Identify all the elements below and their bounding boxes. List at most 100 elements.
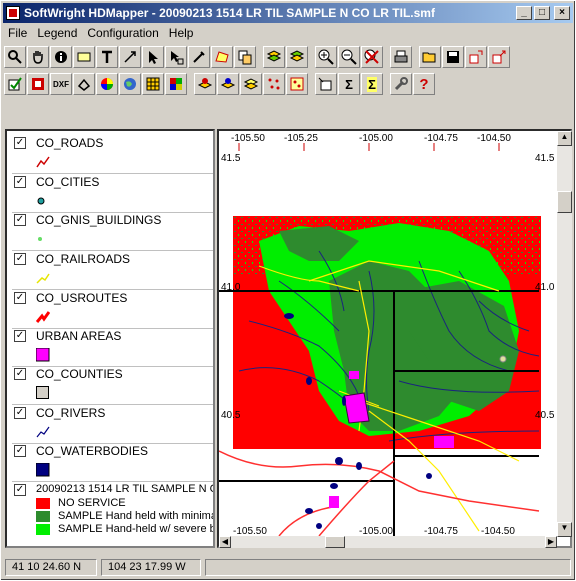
menu-legend[interactable]: Legend — [32, 26, 82, 40]
lat-label: 41.5 — [535, 153, 555, 164]
urban-fill-icon — [36, 348, 50, 362]
layer-name: CO_USROUTES — [36, 291, 128, 305]
info-icon — [55, 51, 67, 63]
layer-checkbox[interactable]: ✓ — [14, 137, 26, 149]
layers-red-button[interactable] — [194, 73, 216, 95]
record-button[interactable] — [27, 73, 49, 95]
layer-checkbox[interactable]: ✓ — [14, 484, 26, 496]
layers2-button[interactable] — [286, 46, 308, 68]
sigma-plus-button[interactable]: Σ — [361, 73, 383, 95]
urban-area — [329, 496, 339, 508]
railroad-line-icon — [36, 273, 50, 284]
layer-checkbox[interactable]: ✓ — [14, 214, 26, 226]
points-red-button[interactable] — [263, 73, 285, 95]
minimize-button[interactable]: _ — [516, 6, 532, 20]
select-tool-button[interactable] — [165, 46, 187, 68]
polygon-icon — [215, 51, 229, 63]
app-icon[interactable] — [6, 6, 20, 20]
road-symbol-icon — [36, 156, 50, 168]
zoom-tool-button[interactable] — [4, 46, 26, 68]
color-map-button[interactable] — [96, 73, 118, 95]
label-tool-button[interactable] — [73, 46, 95, 68]
wrench-button[interactable] — [390, 73, 412, 95]
vertical-scrollbar[interactable]: ▲ ▼ — [557, 131, 572, 537]
grid-button[interactable] — [142, 73, 164, 95]
zoom-cancel-button[interactable] — [361, 46, 383, 68]
open-button[interactable] — [419, 46, 441, 68]
status-message — [205, 559, 571, 576]
layer-checkbox[interactable]: ✓ — [14, 176, 26, 188]
arrow-tool-button[interactable] — [142, 46, 164, 68]
layer-name: CO_RAILROADS — [36, 252, 131, 266]
map-view[interactable]: -105.50 -105.25 -105.00 -104.75 -104.50 … — [217, 129, 572, 548]
layer-checkbox[interactable]: ✓ — [14, 253, 26, 265]
scroll-up-button[interactable]: ▲ — [557, 131, 572, 146]
sigma-button[interactable]: Σ — [338, 73, 360, 95]
horizontal-scrollbar[interactable]: ◀ ▶ — [219, 536, 557, 548]
title-bar[interactable]: SoftWright HDMapper - 20090213 1514 LR T… — [3, 3, 573, 23]
record-icon — [32, 78, 44, 90]
globe-button[interactable] — [119, 73, 141, 95]
checkbox-icon — [8, 77, 22, 91]
layer-checkbox[interactable]: ✓ — [14, 330, 26, 342]
layer-name: CO_COUNTIES — [36, 367, 123, 381]
top-tick-label: -104.75 — [424, 133, 458, 144]
import-button[interactable] — [465, 46, 487, 68]
pick-tool-button[interactable] — [188, 46, 210, 68]
vertex-button[interactable] — [73, 73, 95, 95]
import-icon — [469, 50, 483, 64]
points-yellow-icon — [290, 77, 304, 91]
text-tool-button[interactable] — [96, 46, 118, 68]
close-button[interactable]: × — [554, 6, 570, 20]
export-icon — [492, 50, 506, 64]
building-dot-icon — [38, 237, 42, 241]
resize-tool-button[interactable] — [119, 46, 141, 68]
menu-file[interactable]: File — [3, 26, 32, 40]
zoom-out-button[interactable] — [338, 46, 360, 68]
polygon-tool-button[interactable] — [211, 46, 233, 68]
print-button[interactable] — [390, 46, 412, 68]
layer-name: CO_ROADS — [36, 136, 104, 150]
layer-name: CO_GNIS_BUILDINGS — [36, 213, 162, 227]
layer-checkbox[interactable]: ✓ — [14, 407, 26, 419]
copy-tool-button[interactable] — [234, 46, 256, 68]
color-map-icon — [101, 78, 113, 90]
zoom-in-icon — [318, 49, 334, 65]
maximize-button[interactable]: □ — [534, 6, 550, 20]
horizontal-scroll-thumb[interactable] — [325, 536, 345, 548]
menu-help[interactable]: Help — [164, 26, 199, 40]
export-button[interactable] — [488, 46, 510, 68]
layer-checkbox[interactable]: ✓ — [14, 368, 26, 380]
scroll-right-button[interactable]: ▶ — [545, 536, 557, 548]
map-canvas[interactable]: -105.50 -105.25 -105.00 -104.75 -104.50 … — [219, 131, 559, 537]
scroll-down-button[interactable]: ▼ — [557, 522, 572, 537]
layer-checkbox[interactable]: ✓ — [14, 445, 26, 457]
tiles-button[interactable] — [165, 73, 187, 95]
dxf-button[interactable]: DXF — [50, 73, 72, 95]
checkbox-button[interactable] — [4, 73, 26, 95]
menu-configuration[interactable]: Configuration — [82, 26, 163, 40]
layer-checkbox[interactable]: ✓ — [14, 292, 26, 304]
top-tick-label: -104.50 — [477, 133, 511, 144]
points-red-icon — [268, 78, 280, 90]
layers-blue-button[interactable] — [217, 73, 239, 95]
layers-button[interactable] — [263, 46, 285, 68]
legend-panel: ✓ CO_ROADS ✓ CO_CITIES ✓ CO_GNIS_BUILDIN… — [5, 129, 215, 548]
bottom-tick-label: -105.50 — [233, 526, 267, 536]
save-button[interactable] — [442, 46, 464, 68]
layers-yellow-icon — [243, 78, 259, 90]
lat-label: 41.0 — [221, 282, 241, 293]
zoom-in-button[interactable] — [315, 46, 337, 68]
sigma-plus-icon: Σ — [367, 76, 377, 92]
pan-tool-button[interactable] — [27, 46, 49, 68]
menu-bar: File Legend Configuration Help — [3, 24, 198, 42]
table-button[interactable] — [315, 73, 337, 95]
scroll-left-button[interactable]: ◀ — [219, 536, 231, 548]
vertical-scroll-thumb[interactable] — [557, 191, 572, 213]
print-icon — [394, 50, 408, 63]
layers-yellow-button[interactable] — [240, 73, 262, 95]
points-yellow-button[interactable] — [286, 73, 308, 95]
coverage-label: SAMPLE Hand held with minimal bo — [58, 510, 213, 522]
info-tool-button[interactable] — [50, 46, 72, 68]
help-button[interactable]: ? — [413, 73, 435, 95]
